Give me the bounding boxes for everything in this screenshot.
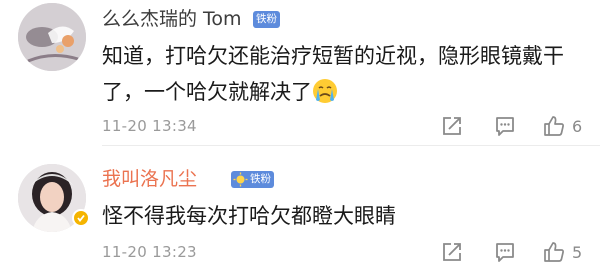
fan-badge: 铁粉 bbox=[231, 171, 274, 188]
comment-icon bbox=[496, 243, 514, 262]
like-button[interactable]: 6 bbox=[542, 114, 582, 138]
vip-star-badge-icon bbox=[72, 209, 90, 227]
timestamp: 11-20 13:23 bbox=[102, 243, 197, 261]
share-button[interactable] bbox=[441, 114, 463, 138]
avatar[interactable] bbox=[18, 3, 86, 71]
comment-text: 知道，打哈欠还能治疗短暂的近视，隐形眼镜戴干了，一个哈欠就解决了 bbox=[102, 38, 582, 110]
username[interactable]: 么么杰瑞的 Tom bbox=[102, 7, 242, 31]
timestamp: 11-20 13:34 bbox=[102, 117, 197, 135]
thumbs-up-icon bbox=[544, 242, 564, 262]
divider bbox=[102, 145, 600, 146]
sun-icon bbox=[233, 172, 248, 187]
comment-item: 么么杰瑞的 Tom 铁粉 知道，打哈欠还能治疗短暂的近视，隐形眼镜戴干了，一个哈… bbox=[0, 0, 600, 146]
comment-text: 怪不得我每次打哈欠都瞪大眼睛 bbox=[102, 198, 582, 234]
share-icon bbox=[443, 117, 461, 135]
thumbs-up-icon bbox=[544, 116, 564, 136]
fan-badge-label: 铁粉 bbox=[250, 173, 271, 185]
like-count: 6 bbox=[572, 116, 583, 136]
avatar-image bbox=[18, 3, 86, 71]
share-button[interactable] bbox=[441, 240, 463, 264]
comment-button[interactable] bbox=[494, 240, 516, 264]
comment-icon bbox=[496, 117, 514, 136]
fan-badge: 铁粉 bbox=[253, 11, 280, 28]
username[interactable]: 我叫洛凡尘 bbox=[102, 167, 197, 191]
comment-item: 我叫洛凡尘 铁粉 怪不得我每次打哈欠都瞪大眼睛 11-20 13:23 5 bbox=[0, 150, 600, 267]
like-count: 5 bbox=[572, 242, 583, 262]
crying-face-emoji bbox=[313, 79, 337, 103]
comment-button[interactable] bbox=[494, 114, 516, 138]
like-button[interactable]: 5 bbox=[542, 240, 582, 264]
share-icon bbox=[443, 243, 461, 261]
comment-text-content: 怪不得我每次打哈欠都瞪大眼睛 bbox=[102, 204, 396, 228]
